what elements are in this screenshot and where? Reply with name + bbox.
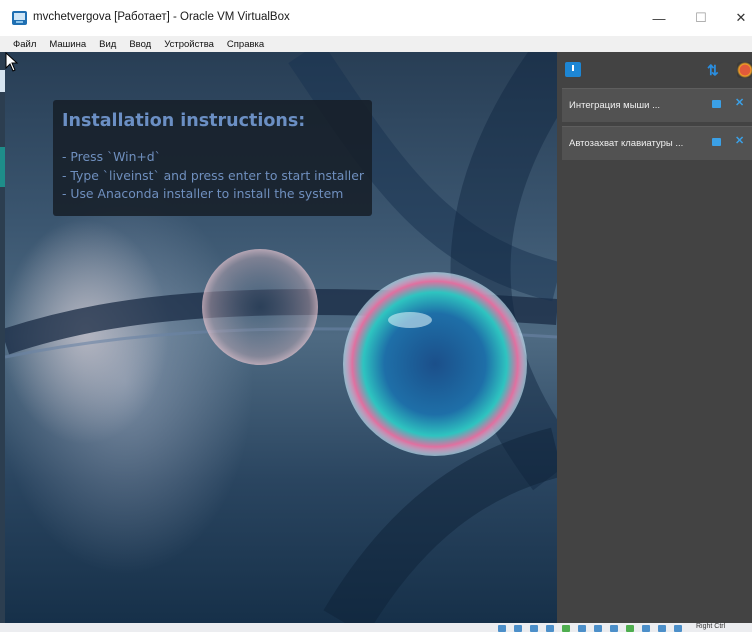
minimize-button[interactable]: — [636,0,682,36]
virtualbox-logo-icon [737,62,752,78]
close-icon[interactable]: ✕ [735,96,744,109]
window-title: mvchetvergova [Работает] - Oracle VM Vir… [33,11,290,23]
arrow-icon[interactable] [674,625,682,632]
status-bar: Right Ctrl [0,623,752,632]
menu-devices[interactable]: Устройства [164,39,214,50]
sort-icon[interactable]: ⇅ [707,62,725,78]
instructions-title: Installation instructions: [62,111,306,131]
mouse-pointer-icon [5,52,19,72]
audio-icon[interactable] [530,625,538,632]
menu-view[interactable]: Вид [99,39,116,50]
host-key-label: Right Ctrl [696,623,726,630]
keyboard-capture-icon[interactable] [658,625,666,632]
instruction-line: - Type `liveinst` and press enter to sta… [62,167,364,183]
hard-disk-icon[interactable] [498,625,506,632]
optical-drive-icon[interactable] [514,625,522,632]
notification-text: Автозахват клавиатуры ... [569,138,684,149]
display-icon[interactable] [594,625,602,632]
notification-text: Интеграция мыши ... [569,100,661,111]
menu-machine[interactable]: Машина [49,39,86,50]
usb-icon[interactable] [562,625,570,632]
shared-folders-icon[interactable] [578,625,586,632]
notification-item[interactable]: Автозахват клавиатуры ... ✕ [562,126,752,160]
virtualbox-icon [12,11,27,25]
instruction-line: - Use Anaconda installer to install the … [62,186,344,201]
close-icon[interactable]: ✕ [735,134,744,147]
title-bar: mvchetvergova [Работает] - Oracle VM Vir… [0,0,752,36]
instruction-line: - Press `Win+d` [62,149,161,164]
menu-bar: Файл Машина Вид Ввод Устройства Справка [0,36,752,52]
notification-center: ⇅ Интеграция мыши ... ✕ Автозахват клави… [557,52,752,623]
pin-icon[interactable] [712,138,721,146]
notification-center-icon[interactable] [565,62,581,77]
network-icon[interactable] [546,625,554,632]
menu-input[interactable]: Ввод [129,39,151,50]
mouse-integration-icon[interactable] [642,625,650,632]
cpu-activity-icon[interactable] [626,625,634,632]
close-button[interactable]: ✕ [718,0,752,36]
installation-instructions-panel: Installation instructions: - Press `Win+… [53,100,372,216]
notification-item[interactable]: Интеграция мыши ... ✕ [562,88,752,122]
menu-help[interactable]: Справка [227,39,264,50]
menu-file[interactable]: Файл [13,39,36,50]
video-capture-icon[interactable] [610,625,618,632]
pin-icon[interactable] [712,100,721,108]
guest-display[interactable]: Installation instructions: - Press `Win+… [5,52,557,623]
virtualbox-window: mvchetvergova [Работает] - Oracle VM Vir… [0,0,752,632]
